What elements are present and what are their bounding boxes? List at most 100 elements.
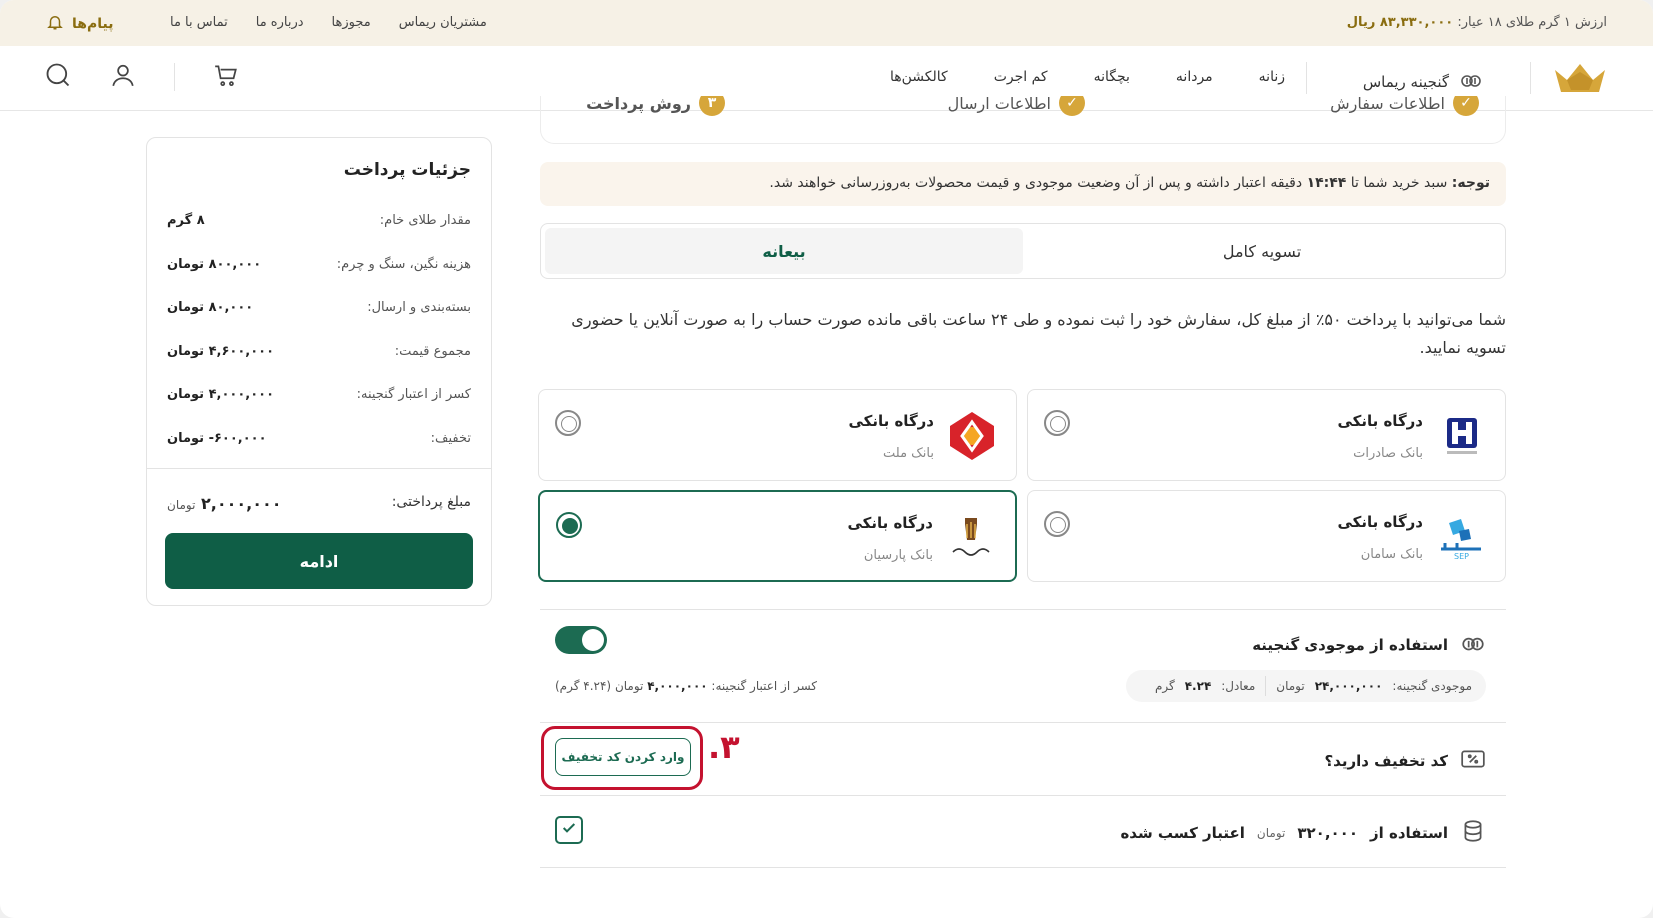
coins-icon: [1460, 818, 1486, 848]
step-label: روش پرداخت: [586, 96, 691, 113]
earned-credit-checkbox[interactable]: [555, 816, 583, 844]
summary-title: جزئیات پرداخت: [343, 160, 471, 180]
gateway-radio[interactable]: [1044, 410, 1070, 436]
nav-kids[interactable]: بچگانه: [1094, 69, 1130, 85]
summary-row: مجموع قیمت: ۴,۶۰۰,۰۰۰ تومان: [167, 344, 471, 359]
deduct-label: کسر از اعتبار گنجینه:: [711, 679, 818, 693]
treasury-use-toggle[interactable]: [555, 626, 607, 654]
continue-button[interactable]: ادامه: [165, 533, 473, 589]
enter-coupon-button[interactable]: وارد کردن کد تخفیف: [555, 738, 691, 776]
user-icon[interactable]: [110, 62, 136, 92]
summary-value: ۸ گرم: [167, 213, 205, 228]
check-icon: ✓: [1059, 96, 1085, 116]
gateway-title: درگاه بانکی: [1337, 513, 1423, 531]
treasury-link[interactable]: گنجینه ریماس: [1363, 68, 1483, 96]
gateway-mellat[interactable]: درگاه بانکی بانک ملت: [538, 389, 1017, 481]
top-links: مشتریان ریماس مجوزها درباره ما تماس با م…: [170, 15, 487, 30]
balance-label: موجودی گنجینه:: [1392, 679, 1472, 693]
summary-row: تخفیف: ۶۰۰,۰۰۰- تومان: [167, 431, 471, 446]
summary-value: ۸۰۰,۰۰۰ تومان: [167, 257, 262, 272]
gateway-bank: بانک صادرات: [1353, 446, 1423, 461]
gold-price-value: ۸۳,۳۳۰,۰۰۰ ریال: [1346, 15, 1454, 30]
bank-parsian-logo-icon: [943, 510, 999, 566]
header-divider: [1306, 62, 1307, 94]
summary-value: ۶۰۰,۰۰۰- تومان: [167, 431, 267, 446]
tab-deposit[interactable]: بیعانه: [545, 228, 1023, 274]
notice-text-a: سبد خرید شما تا: [1346, 175, 1452, 191]
deduct-grams: (۴.۲۴ گرم): [555, 679, 612, 693]
payment-summary-card: جزئیات پرداخت مقدار طلای خام: ۸ گرم هزین…: [146, 137, 492, 606]
deduct-value: ۴,۰۰۰,۰۰۰: [647, 679, 708, 693]
cart-icon[interactable]: [213, 62, 239, 92]
top-link-customers[interactable]: مشتریان ریماس: [399, 15, 487, 30]
total-label: مبلغ پرداختی:: [391, 494, 471, 510]
bank-saderat-logo-icon: [1433, 408, 1489, 464]
top-link-about[interactable]: درباره ما: [256, 15, 304, 30]
gateway-title: درگاه بانکی: [848, 412, 934, 430]
discount-icon: [1460, 746, 1486, 776]
tab-full-payment[interactable]: تسویه کامل: [1023, 228, 1501, 274]
earned-credit-row: استفاده از ۳۲۰,۰۰۰ تومان اعتبار کسب شده: [1120, 818, 1486, 848]
summary-value: ۴,۶۰۰,۰۰۰ تومان: [167, 344, 275, 359]
summary-label: هزینه نگین، سنگ و چرم:: [336, 257, 471, 272]
notice-time: ۱۴:۴۴: [1306, 175, 1347, 191]
summary-row: مقدار طلای خام: ۸ گرم: [167, 213, 471, 228]
check-icon: ✓: [1453, 96, 1479, 116]
gold-price-label: ارزش ۱ گرم طلای ۱۸ عیار:: [1457, 15, 1607, 30]
gateway-radio[interactable]: [555, 410, 581, 436]
nav-low-fee[interactable]: کم اجرت: [994, 69, 1048, 85]
nav-women[interactable]: زنانه: [1259, 69, 1285, 85]
coupon-question: کد تخفیف دارید؟: [1324, 746, 1486, 776]
gateway-saderat[interactable]: درگاه بانکی بانک صادرات: [1027, 389, 1506, 481]
gateway-radio[interactable]: [1044, 511, 1070, 537]
header-icons: [44, 61, 239, 93]
icon-divider: [174, 63, 175, 91]
balance-unit: تومان: [1276, 679, 1305, 693]
main-nav: زنانه مردانه بچگانه کم اجرت کالکشن‌ها: [890, 69, 1285, 85]
section-divider: [540, 795, 1506, 796]
section-divider: [540, 609, 1506, 610]
balance-value: ۲۴,۰۰۰,۰۰۰: [1314, 679, 1383, 693]
crown-logo-icon[interactable]: [1553, 62, 1607, 98]
notice-text-b: دقیقه اعتبار داشته و پس از آن وضعیت موجو…: [769, 175, 1307, 191]
equiv-value: ۴.۲۴: [1184, 679, 1212, 693]
summary-label: مقدار طلای خام:: [379, 213, 471, 228]
step-label: اطلاعات ارسال: [947, 96, 1051, 113]
step-shipping-info[interactable]: ✓ اطلاعات ارسال: [948, 96, 1085, 116]
gold-price: ارزش ۱ گرم طلای ۱۸ عیار: ۸۳,۳۳۰,۰۰۰ ریال: [1347, 15, 1607, 30]
messages-link[interactable]: پیام‌ها: [46, 13, 113, 35]
bell-icon: [46, 13, 64, 35]
treasury-use-title: استفاده از موجودی گنجینه: [1252, 630, 1486, 660]
section-divider: [540, 867, 1506, 868]
search-icon[interactable]: [44, 61, 72, 93]
svg-text:SEP: SEP: [1454, 552, 1469, 561]
gateway-title: درگاه بانکی: [1337, 412, 1423, 430]
total-value: ۲,۰۰۰,۰۰۰: [201, 494, 282, 513]
credit-prefix: استفاده از: [1370, 824, 1448, 842]
summary-value: ۸۰,۰۰۰ تومان: [167, 300, 254, 315]
checkout-stepper: ✓ اطلاعات سفارش ✓ اطلاعات ارسال ۳ روش پر…: [540, 96, 1506, 144]
treasury-deduction: کسر از اعتبار گنجینه: ۴,۰۰۰,۰۰۰ تومان (۴…: [555, 679, 817, 693]
nav-collections[interactable]: کالکشن‌ها: [890, 69, 948, 85]
gateway-saman[interactable]: SEP درگاه بانکی بانک سامان: [1027, 490, 1506, 582]
summary-label: تخفیف:: [430, 431, 471, 446]
annotation-marker: ۳.: [708, 728, 740, 766]
gateway-parsian[interactable]: درگاه بانکی بانک پارسیان: [538, 490, 1017, 582]
nav-men[interactable]: مردانه: [1176, 69, 1213, 85]
top-link-licenses[interactable]: مجوزها: [332, 15, 371, 30]
treasury-icon: [1460, 630, 1486, 660]
section-divider: [540, 722, 1506, 723]
bank-saman-logo-icon: SEP: [1433, 509, 1489, 565]
summary-divider: [147, 468, 491, 469]
step-order-info[interactable]: ✓ اطلاعات سفارش: [1330, 96, 1479, 116]
gateway-radio[interactable]: [556, 512, 582, 538]
notice-lead: توجه:: [1451, 175, 1490, 191]
coupon-question-label: کد تخفیف دارید؟: [1324, 752, 1448, 770]
treasury-use-label: استفاده از موجودی گنجینه: [1252, 636, 1448, 654]
top-link-contact[interactable]: تماس با ما: [170, 15, 228, 30]
total-unit: تومان: [167, 498, 196, 512]
deduct-unit: تومان: [614, 679, 644, 693]
step-payment-method[interactable]: ۳ روش پرداخت: [586, 96, 725, 116]
step-number: ۳: [699, 96, 725, 116]
equiv-label: معادل:: [1221, 679, 1256, 693]
